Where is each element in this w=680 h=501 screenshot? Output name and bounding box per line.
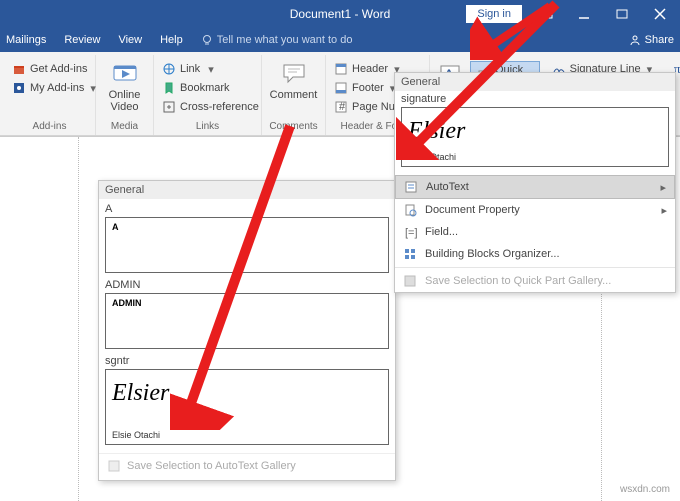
link-button[interactable]: Link ▾ bbox=[160, 61, 261, 77]
share-button[interactable]: Share bbox=[629, 34, 674, 46]
tab-help[interactable]: Help bbox=[160, 34, 183, 46]
titlebar: Document1 - Word Sign in bbox=[0, 0, 680, 28]
signature-sub: Elsie Otachi bbox=[112, 430, 160, 440]
ribbon-tabs: Mailings Review View Help Tell me what y… bbox=[0, 28, 680, 52]
gallery-item-content: ADMIN bbox=[112, 298, 142, 308]
annotation-arrow bbox=[170, 120, 310, 430]
save-icon bbox=[403, 274, 417, 288]
share-label: Share bbox=[645, 34, 674, 46]
tab-view[interactable]: View bbox=[118, 34, 142, 46]
minimize-icon[interactable] bbox=[570, 4, 598, 24]
field-menu-item[interactable]: [=] Field... bbox=[395, 221, 675, 243]
window-title: Document1 - Word bbox=[290, 7, 390, 21]
building-blocks-menu-item[interactable]: Building Blocks Organizer... bbox=[395, 243, 675, 265]
chevron-down-icon: ▾ bbox=[208, 63, 214, 76]
store-icon bbox=[12, 62, 26, 76]
bookmark-label: Bookmark bbox=[180, 82, 230, 94]
blocks-icon bbox=[403, 247, 417, 261]
group-addins: Get Add-ins My Add-ins ▾ Add-ins bbox=[4, 55, 96, 135]
xref-icon bbox=[162, 100, 176, 114]
tab-review[interactable]: Review bbox=[64, 34, 100, 46]
xref-label: Cross-reference bbox=[180, 101, 259, 113]
maximize-icon[interactable] bbox=[608, 4, 636, 24]
online-video-button[interactable]: Online Video bbox=[102, 59, 147, 113]
autotext-label: AutoText bbox=[426, 181, 469, 193]
group-label-addins: Add-ins bbox=[10, 119, 89, 135]
header-label: Header bbox=[352, 63, 388, 75]
gallery-item-content: A bbox=[112, 222, 119, 232]
footer-icon bbox=[334, 81, 348, 95]
building-blocks-label: Building Blocks Organizer... bbox=[425, 248, 560, 260]
tell-me-search[interactable]: Tell me what you want to do bbox=[201, 34, 353, 46]
video-icon bbox=[111, 59, 139, 87]
docprop-icon bbox=[403, 203, 417, 217]
autotext-icon bbox=[404, 180, 418, 194]
save-autotext-menu-item: Save Selection to AutoText Gallery bbox=[99, 453, 395, 478]
share-icon bbox=[629, 34, 641, 46]
tab-mailings[interactable]: Mailings bbox=[6, 34, 46, 46]
doc-property-label: Document Property bbox=[425, 204, 520, 216]
watermark: wsxdn.com bbox=[620, 484, 670, 495]
header-icon bbox=[334, 62, 348, 76]
bookmark-button[interactable]: Bookmark bbox=[160, 80, 261, 96]
tell-me-label: Tell me what you want to do bbox=[217, 34, 353, 46]
annotation-arrow bbox=[470, 0, 560, 60]
svg-text:[=]: [=] bbox=[405, 227, 417, 239]
doc-property-menu-item[interactable]: Document Property ▸ bbox=[395, 199, 675, 221]
submenu-arrow-icon: ▸ bbox=[660, 181, 666, 194]
cross-reference-button[interactable]: Cross-reference bbox=[160, 99, 261, 115]
field-icon: [=] bbox=[403, 225, 417, 239]
get-addins-button[interactable]: Get Add-ins bbox=[10, 61, 98, 77]
comment-label: Comment bbox=[270, 89, 318, 101]
group-media: Online Video Media bbox=[96, 55, 154, 135]
save-quickpart-menu-item: Save Selection to Quick Part Gallery... bbox=[395, 270, 675, 292]
save-autotext-label: Save Selection to AutoText Gallery bbox=[127, 460, 296, 472]
my-addins-label: My Add-ins bbox=[30, 82, 84, 94]
autotext-menu-item[interactable]: AutoText ▸ bbox=[395, 175, 675, 199]
save-quickpart-label: Save Selection to Quick Part Gallery... bbox=[425, 275, 611, 287]
close-icon[interactable] bbox=[646, 4, 674, 24]
link-icon bbox=[162, 62, 176, 76]
addins-icon bbox=[12, 81, 26, 95]
online-video-label: Online Video bbox=[102, 89, 147, 113]
lightbulb-icon bbox=[201, 34, 213, 46]
svg-text:#: # bbox=[339, 101, 346, 113]
group-label-media: Media bbox=[102, 119, 147, 135]
footer-label: Footer bbox=[352, 82, 384, 94]
field-label: Field... bbox=[425, 226, 458, 238]
save-icon bbox=[107, 459, 121, 473]
submenu-arrow-icon: ▸ bbox=[661, 204, 667, 217]
comment-button[interactable]: Comment bbox=[268, 59, 319, 101]
get-addins-label: Get Add-ins bbox=[30, 63, 87, 75]
menu-separator bbox=[395, 267, 675, 268]
my-addins-button[interactable]: My Add-ins ▾ bbox=[10, 80, 98, 96]
bookmark-icon bbox=[162, 81, 176, 95]
page-number-icon: # bbox=[334, 100, 348, 114]
comment-icon bbox=[280, 59, 308, 87]
link-label: Link bbox=[180, 63, 200, 75]
